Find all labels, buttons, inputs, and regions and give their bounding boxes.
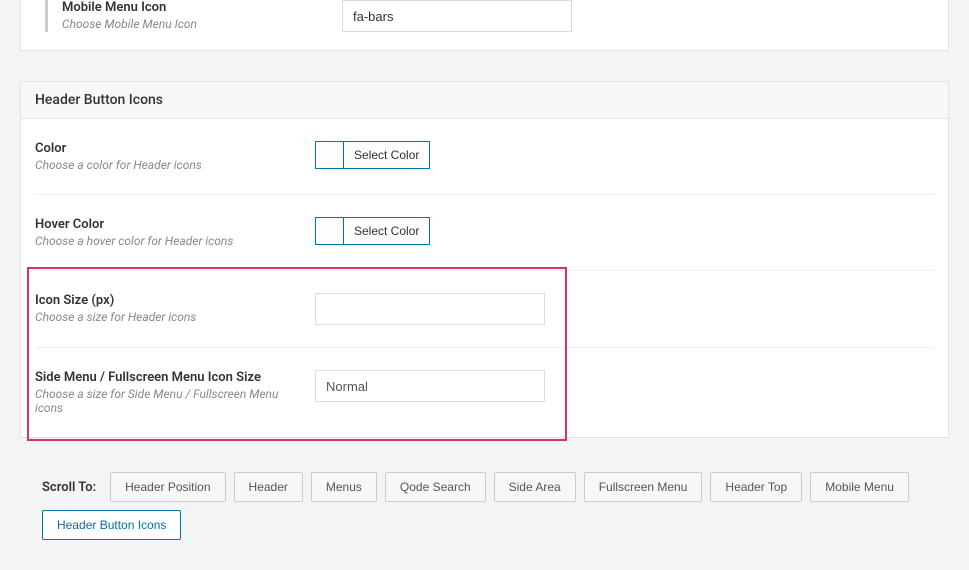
color-swatch [316, 142, 344, 168]
mobile-menu-icon-desc: Choose Mobile Menu Icon [62, 17, 342, 31]
mobile-menu-icon-input[interactable] [342, 0, 572, 32]
mobile-menu-icon-title: Mobile Menu Icon [62, 0, 342, 15]
icon-size-input[interactable] [315, 293, 545, 325]
mobile-menu-icon-control [342, 0, 572, 32]
panel-header: Header Button Icons [21, 82, 948, 119]
scroll-to-button[interactable]: Qode Search [385, 472, 486, 502]
side-menu-size-desc: Choose a size for Side Menu / Fullscreen… [35, 387, 295, 415]
hover-color-row: Hover Color Choose a hover color for Hea… [35, 195, 934, 271]
side-menu-size-title: Side Menu / Fullscreen Menu Icon Size [35, 370, 295, 385]
icon-size-row: Icon Size (px) Choose a size for Header … [35, 271, 934, 348]
icon-size-title: Icon Size (px) [35, 293, 295, 308]
side-menu-size-select[interactable]: Normal [315, 370, 545, 402]
scroll-to-button[interactable]: Header [234, 472, 303, 502]
mobile-menu-icon-label-block: Mobile Menu Icon Choose Mobile Menu Icon [62, 0, 342, 31]
color-picker[interactable]: Select Color [315, 141, 430, 169]
scroll-to-bar: Scroll To: Header Position Header Menus Qod… [42, 458, 949, 550]
scroll-to-button[interactable]: Header Button Icons [42, 510, 181, 540]
side-menu-size-row: Side Menu / Fullscreen Menu Icon Size Ch… [35, 348, 934, 437]
icon-size-desc: Choose a size for Header icons [35, 310, 295, 324]
scroll-to-button[interactable]: Fullscreen Menu [584, 472, 703, 502]
scroll-to-button[interactable]: Menus [311, 472, 377, 502]
scroll-to-button[interactable]: Side Area [494, 472, 576, 502]
color-label-block: Color Choose a color for Header icons [35, 141, 315, 172]
scroll-to-button[interactable]: Header Position [110, 472, 225, 502]
select-hover-color-button[interactable]: Select Color [344, 218, 429, 244]
side-menu-size-label-block: Side Menu / Fullscreen Menu Icon Size Ch… [35, 370, 315, 415]
hover-color-label-block: Hover Color Choose a hover color for Hea… [35, 217, 315, 248]
scroll-to-button[interactable]: Header Top [710, 472, 802, 502]
scroll-to-button[interactable]: Mobile Menu [810, 472, 909, 502]
hover-color-swatch [316, 218, 344, 244]
color-title: Color [35, 141, 295, 156]
color-desc: Choose a color for Header icons [35, 158, 295, 172]
header-button-icons-panel: Header Button Icons Color Choose a color… [20, 81, 949, 438]
hover-color-desc: Choose a hover color for Header icons [35, 234, 295, 248]
hover-color-title: Hover Color [35, 217, 295, 232]
color-row: Color Choose a color for Header icons Se… [35, 119, 934, 195]
hover-color-picker[interactable]: Select Color [315, 217, 430, 245]
select-color-button[interactable]: Select Color [344, 142, 429, 168]
scroll-to-label: Scroll To: [42, 480, 96, 495]
icon-size-label-block: Icon Size (px) Choose a size for Header … [35, 293, 315, 324]
mobile-menu-icon-row: Mobile Menu Icon Choose Mobile Menu Icon [45, 0, 928, 32]
mobile-menu-icon-section: Mobile Menu Icon Choose Mobile Menu Icon [20, 0, 949, 51]
